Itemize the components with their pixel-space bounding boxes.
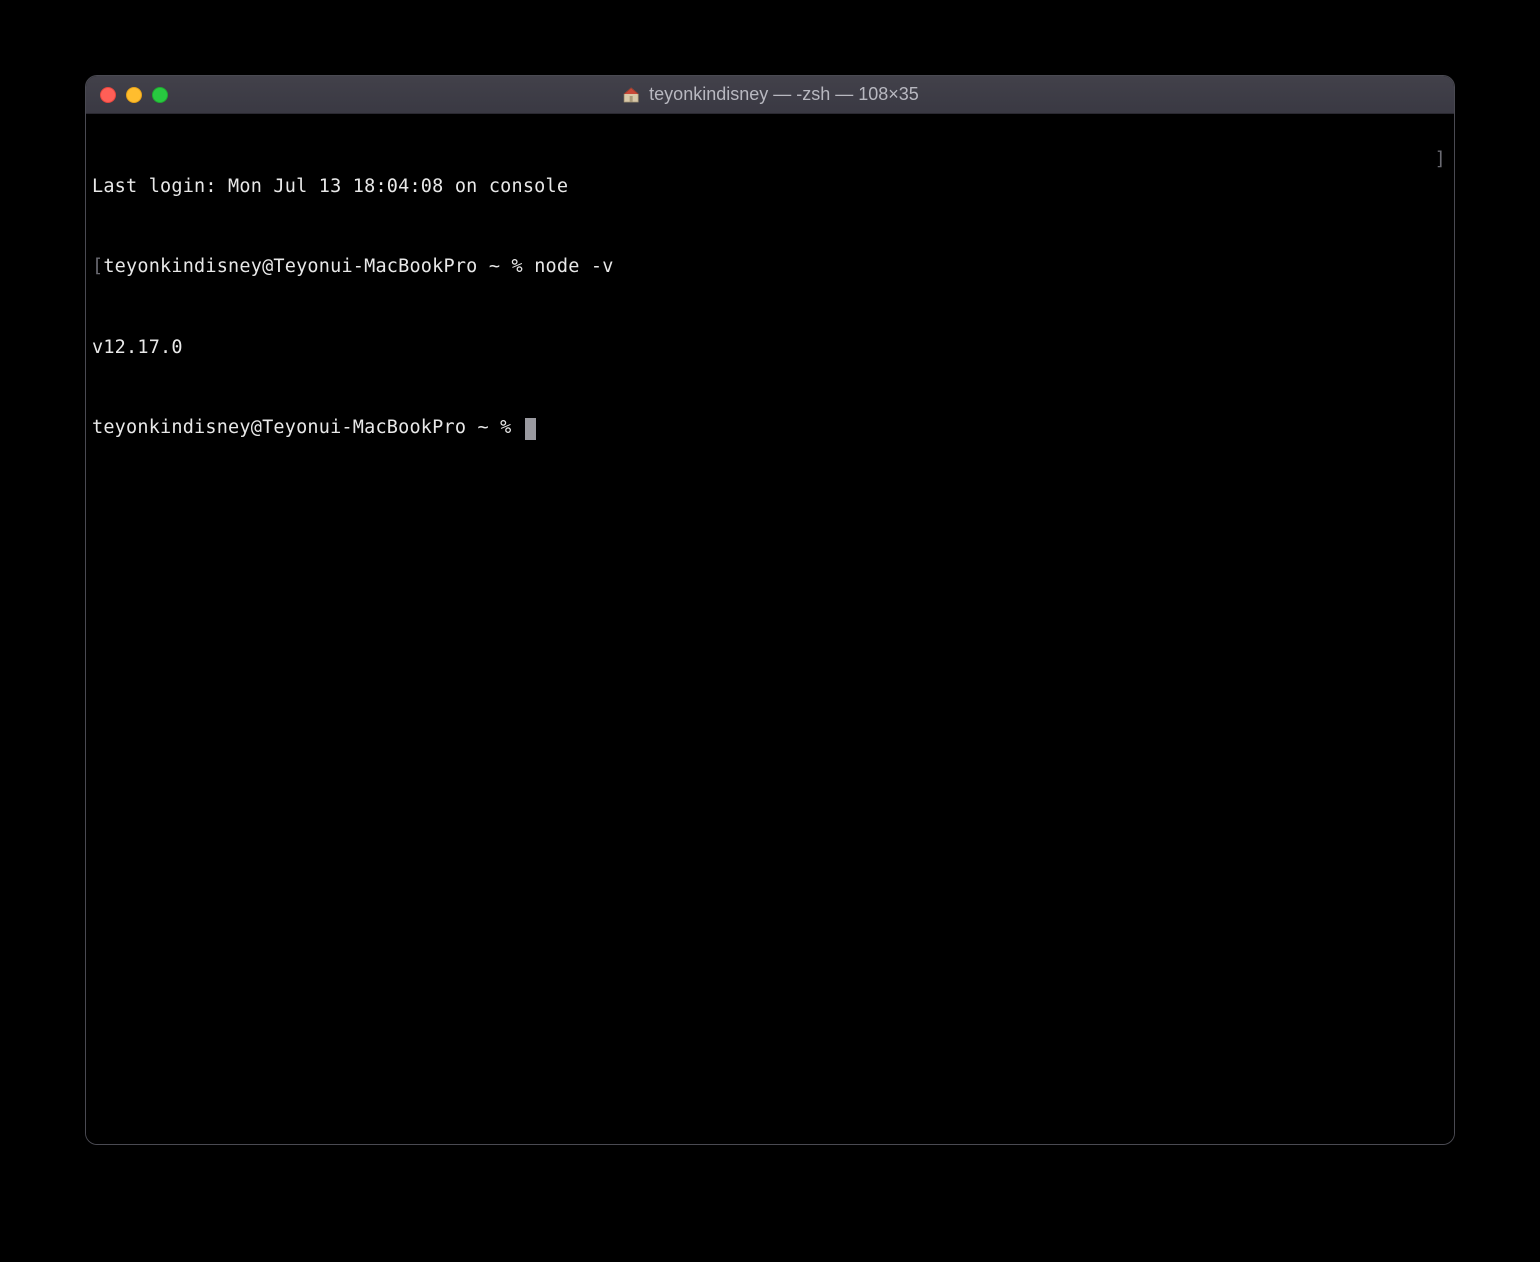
- prompt-1: teyonkindisney@Teyonui-MacBookPro ~ %: [103, 254, 534, 281]
- terminal-window: teyonkindisney — -zsh — 108×35 Last logi…: [85, 75, 1455, 1145]
- minimize-button[interactable]: [126, 87, 142, 103]
- traffic-lights: [100, 87, 168, 103]
- command-line-1: [teyonkindisney@Teyonui-MacBookPro ~ % n…: [92, 254, 1448, 281]
- home-folder-icon: [621, 85, 641, 105]
- prompt-2: teyonkindisney@Teyonui-MacBookPro ~ %: [92, 415, 523, 442]
- last-login-line: Last login: Mon Jul 13 18:04:08 on conso…: [92, 174, 1448, 201]
- window-title-text: teyonkindisney — -zsh — 108×35: [649, 84, 919, 105]
- open-bracket: [: [92, 254, 103, 281]
- command-line-2: teyonkindisney@Teyonui-MacBookPro ~ %: [92, 415, 1448, 442]
- close-bracket: ]: [1435, 147, 1446, 174]
- command-1: node -v: [534, 254, 613, 281]
- zoom-button[interactable]: [152, 87, 168, 103]
- window-titlebar[interactable]: teyonkindisney — -zsh — 108×35: [86, 76, 1454, 114]
- last-login-text: Last login: Mon Jul 13 18:04:08 on conso…: [92, 174, 568, 201]
- window-title: teyonkindisney — -zsh — 108×35: [621, 84, 919, 105]
- cursor: [525, 418, 536, 440]
- close-button[interactable]: [100, 87, 116, 103]
- output-1: v12.17.0: [92, 335, 183, 362]
- output-line-1: v12.17.0: [92, 335, 1448, 362]
- terminal-content[interactable]: Last login: Mon Jul 13 18:04:08 on conso…: [86, 114, 1454, 1144]
